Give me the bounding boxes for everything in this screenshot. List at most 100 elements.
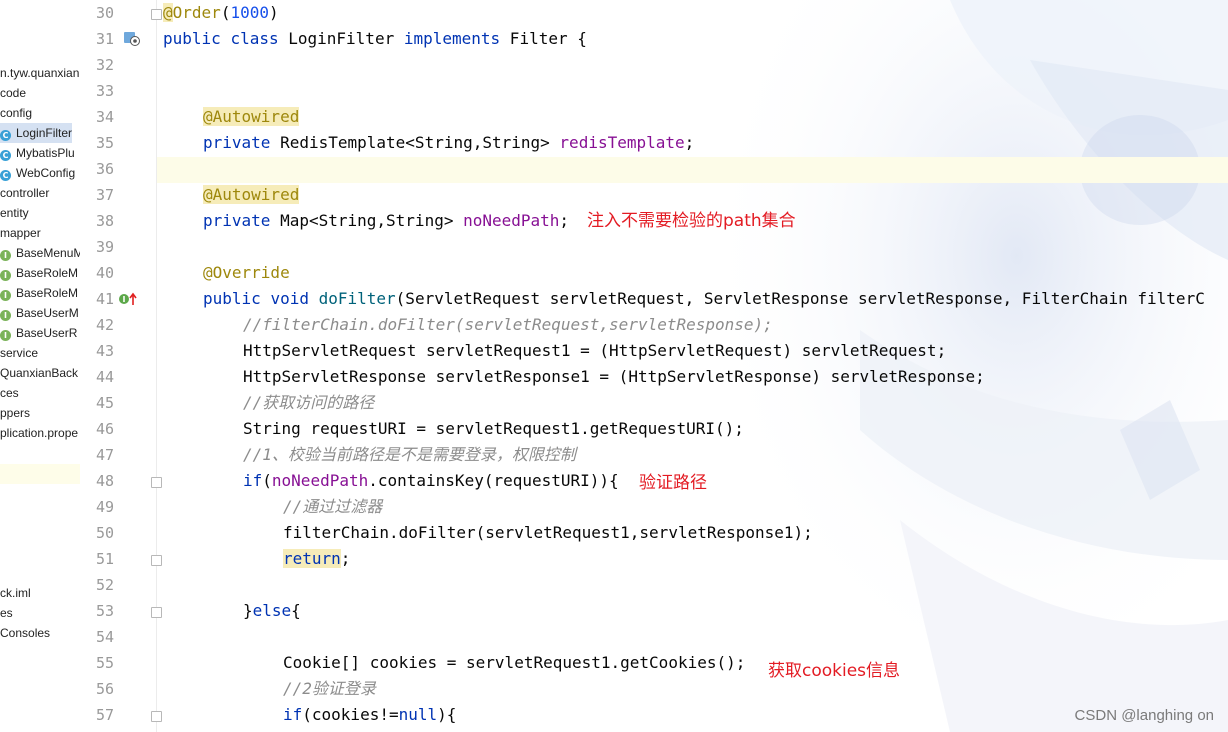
- fold-icon[interactable]: [151, 9, 162, 20]
- tree-item-label: n.tyw.quanxian: [0, 66, 80, 80]
- tree-item-label: BaseRoleM: [16, 266, 79, 280]
- code-line-41[interactable]: public void doFilter(ServletRequest serv…: [203, 286, 1205, 312]
- annotation-name: Order: [172, 3, 221, 22]
- tree-item-mappers[interactable]: ppers: [0, 403, 30, 423]
- code-line-48[interactable]: if(noNeedPath.containsKey(requestURI)){: [243, 468, 619, 494]
- code-line-38[interactable]: private Map<String,String> noNeedPath;: [203, 208, 569, 234]
- tree-item-label: service: [0, 346, 39, 360]
- code-line-40[interactable]: @Override: [203, 260, 290, 286]
- type-text: Map<String,String>: [270, 211, 464, 230]
- line-number: 33: [95, 82, 114, 100]
- comment: //2验证登录: [283, 679, 376, 698]
- code-line-51[interactable]: return;: [283, 546, 350, 572]
- fold-icon[interactable]: [151, 555, 162, 566]
- code-text: (ServletRequest servletRequest, ServletR…: [395, 289, 1205, 308]
- line-number: 48: [95, 472, 114, 490]
- keyword: public: [163, 29, 221, 48]
- tree-item-iml[interactable]: ck.iml: [0, 583, 31, 603]
- keyword: null: [398, 705, 438, 724]
- tree-item-label: WebConfig: [16, 166, 76, 180]
- tree-item-baseusermapper[interactable]: I BaseUserM: [0, 303, 79, 323]
- tree-item-application-properties[interactable]: plication.prope: [0, 423, 78, 443]
- fold-icon[interactable]: [151, 711, 162, 722]
- field-name: noNeedPath: [463, 211, 560, 230]
- project-tree: n.tyw.quanxian code config C LoginFilter …: [0, 0, 81, 732]
- keyword: return: [283, 549, 341, 568]
- tree-item-config[interactable]: config: [0, 103, 32, 123]
- inject-note: 注入不需要检验的path集合: [587, 211, 796, 231]
- tree-item-label: es: [0, 606, 13, 620]
- code-line-57[interactable]: if(cookies!=null){: [283, 702, 456, 728]
- code-line-47[interactable]: //1、校验当前路径是不是需要登录，权限控制: [243, 442, 576, 468]
- code-line-46[interactable]: String requestURI = servletRequest1.getR…: [243, 416, 744, 442]
- tree-item-entity[interactable]: entity: [0, 203, 29, 223]
- code-line-45[interactable]: //获取访问的路径: [243, 390, 374, 416]
- code-line-31[interactable]: public class LoginFilter implements Filt…: [163, 26, 587, 52]
- keyword: else: [252, 601, 292, 620]
- override-marker-icon[interactable]: I: [118, 292, 138, 306]
- tree-item-consoles[interactable]: Consoles: [0, 623, 50, 643]
- tree-item-basemenumapper[interactable]: I BaseMenuM: [0, 243, 80, 263]
- tree-item-label: LoginFilter: [16, 126, 73, 140]
- get-cookies-note: 获取cookies信息: [768, 661, 901, 681]
- line-number: 43: [95, 342, 114, 360]
- tree-item-controller[interactable]: controller: [0, 183, 49, 203]
- tree-item-baserolemapper[interactable]: I BaseRoleM: [0, 263, 78, 283]
- annotation: @Override: [203, 263, 290, 282]
- code-text: ;: [340, 549, 351, 568]
- line-number: 56: [95, 680, 114, 698]
- code-line-56[interactable]: //2验证登录: [283, 676, 376, 702]
- fold-icon[interactable]: [151, 477, 162, 488]
- line-number: 39: [95, 238, 114, 256]
- code-line-53[interactable]: }else{: [243, 598, 301, 624]
- number-literal: 1000: [230, 3, 269, 22]
- code-line-44[interactable]: HttpServletResponse servletResponse1 = (…: [243, 364, 985, 390]
- code-line-50[interactable]: filterChain.doFilter(servletRequest1,ser…: [283, 520, 813, 546]
- code-line-35[interactable]: private RedisTemplate<String,String> red…: [203, 130, 694, 156]
- tree-item-application-class[interactable]: QuanxianBack: [0, 363, 78, 383]
- code-line-42[interactable]: //filterChain.doFilter(servletRequest,se…: [243, 312, 773, 338]
- tree-item-package[interactable]: n.tyw.quanxian: [0, 63, 79, 83]
- implements-marker-icon[interactable]: [123, 31, 141, 47]
- tree-item-label: ces: [0, 386, 19, 400]
- comment: //1、校验当前路径是不是需要登录，权限控制: [243, 445, 576, 464]
- line-number: 32: [95, 56, 114, 74]
- tree-item-mybatisplus[interactable]: C MybatisPlu: [0, 143, 75, 163]
- interface-icon: I: [0, 290, 11, 301]
- code-line-30[interactable]: @Order(1000): [163, 0, 279, 26]
- fold-icon[interactable]: [151, 607, 162, 618]
- tree-item-label: QuanxianBack: [0, 366, 79, 380]
- tree-item-resources[interactable]: ces: [0, 383, 19, 403]
- brace: {: [291, 601, 301, 620]
- code-line-43[interactable]: HttpServletRequest servletRequest1 = (Ht…: [243, 338, 946, 364]
- tree-item-label: BaseUserM: [16, 306, 79, 320]
- line-number: 54: [95, 628, 114, 646]
- code-line-49[interactable]: //通过过滤器: [283, 494, 382, 520]
- code-text: HttpServletRequest servletRequest1 = (Ht…: [243, 341, 947, 360]
- class-icon: C: [0, 150, 11, 161]
- tree-item-label: entity: [0, 206, 29, 220]
- tree-item-webconfig[interactable]: C WebConfig: [0, 163, 75, 183]
- tree-item-baserolemenumapper[interactable]: I BaseRoleM: [0, 283, 78, 303]
- keyword: private: [203, 133, 271, 152]
- tree-item-code[interactable]: code: [0, 83, 26, 103]
- code-text: ;: [559, 211, 570, 230]
- line-number: 45: [95, 394, 114, 412]
- tree-item-baseuserrolemapper[interactable]: I BaseUserR: [0, 323, 77, 343]
- tree-item-service[interactable]: service: [0, 343, 38, 363]
- tree-item-label: config: [0, 106, 33, 120]
- comment: //filterChain.doFilter(servletRequest,se…: [243, 315, 773, 334]
- code-line-37[interactable]: @Autowired: [203, 182, 300, 208]
- line-number: 47: [95, 446, 114, 464]
- line-number: 34: [95, 108, 114, 126]
- code-line-34[interactable]: @Autowired: [203, 104, 300, 130]
- tree-item-mapper[interactable]: mapper: [0, 223, 41, 243]
- interface-icon: I: [0, 330, 11, 341]
- line-number: 40: [95, 264, 114, 282]
- comment: //通过过滤器: [283, 497, 383, 516]
- tree-item-label: ck.iml: [0, 586, 31, 600]
- tree-item-libraries[interactable]: es: [0, 603, 13, 623]
- line-number: 35: [95, 134, 114, 152]
- tree-item-loginfilter[interactable]: C LoginFilter: [0, 123, 73, 143]
- code-line-55[interactable]: Cookie[] cookies = servletRequest1.getCo…: [283, 650, 745, 676]
